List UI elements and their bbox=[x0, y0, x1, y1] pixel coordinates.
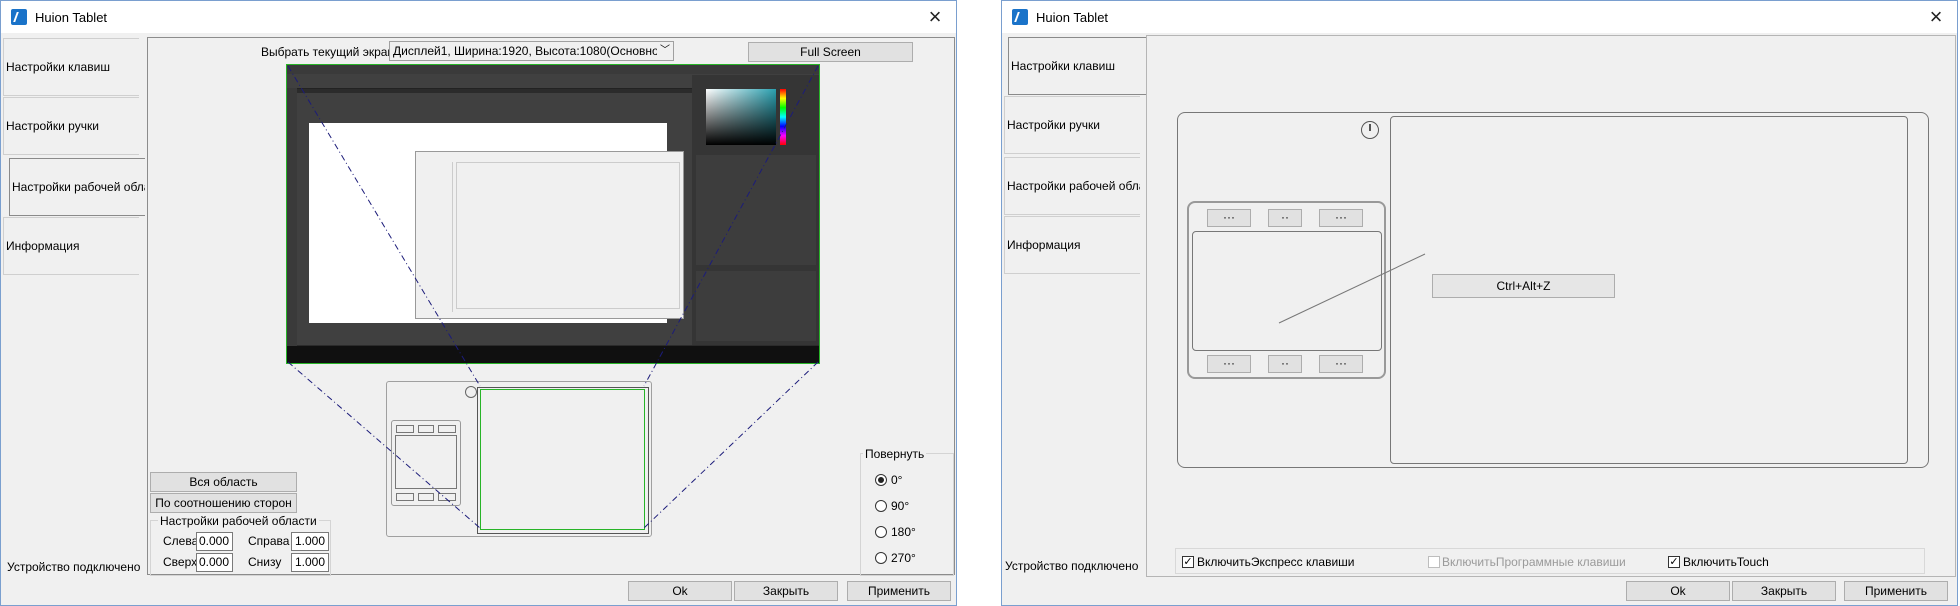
preview-dialog-panel bbox=[456, 162, 680, 309]
tab-info[interactable]: Информация bbox=[3, 217, 139, 275]
enable-program-checkbox[interactable] bbox=[1428, 556, 1440, 568]
enable-express-checkbox[interactable]: ✓ bbox=[1182, 556, 1194, 568]
tablet-window-workarea: Huion Tablet × Настройки клавиш Настройк… bbox=[0, 0, 957, 606]
rotate-90-radio[interactable] bbox=[875, 500, 887, 512]
tablet-mapped-area bbox=[480, 389, 645, 530]
apply-button[interactable]: Применить bbox=[847, 581, 951, 601]
touchpad-area[interactable] bbox=[1192, 231, 1382, 351]
enable-touch-label: ВключитьTouch bbox=[1683, 555, 1769, 569]
bottom-label: Снизу bbox=[248, 555, 282, 569]
rotate-270-radio[interactable] bbox=[875, 552, 887, 564]
tablet-preview-key bbox=[438, 425, 456, 433]
screen-select-label: Выбрать текущий экран bbox=[261, 45, 395, 59]
device-status: Устройство подключено bbox=[7, 560, 141, 574]
preview-color-picker bbox=[706, 89, 776, 145]
rotate-group: Повернуть 0° 90° 180° 270° bbox=[860, 447, 954, 576]
full-area-button[interactable]: Вся область bbox=[150, 472, 297, 492]
rotate-0-label: 0° bbox=[891, 473, 903, 487]
rotate-270-label: 270° bbox=[891, 551, 916, 565]
tab-workarea-settings[interactable]: Настройки рабочей области bbox=[9, 158, 145, 216]
workarea-group-title: Настройки рабочей области bbox=[158, 514, 319, 528]
express-key-1[interactable]: ··· bbox=[1207, 209, 1251, 227]
apply-button[interactable]: Применить bbox=[1844, 581, 1948, 601]
rotate-180-radio[interactable] bbox=[875, 526, 887, 538]
express-key-2[interactable]: ·· bbox=[1268, 209, 1302, 227]
preview-menubar bbox=[287, 65, 819, 74]
rotate-title: Повернуть bbox=[863, 447, 927, 461]
title-bar: Huion Tablet × bbox=[1002, 1, 1957, 33]
express-key-group: ··· ·· ··· ··· ·· ··· bbox=[1187, 201, 1386, 379]
close-button[interactable]: Закрыть bbox=[1732, 581, 1836, 601]
left-input[interactable]: 0.000 bbox=[196, 532, 233, 551]
tablet-window-keys: Huion Tablet × Настройки клавиш Настройк… bbox=[1001, 0, 1958, 606]
express-key-3[interactable]: ··· bbox=[1319, 209, 1363, 227]
tablet-preview-key bbox=[418, 425, 434, 433]
workarea-panel: Выбрать текущий экран Дисплей1, Ширина:1… bbox=[147, 37, 955, 576]
bottom-input[interactable]: 1.000 bbox=[291, 553, 329, 572]
huion-app-icon bbox=[1012, 9, 1028, 25]
express-key-5[interactable]: ·· bbox=[1268, 355, 1302, 373]
close-icon[interactable]: × bbox=[1921, 3, 1951, 31]
title-bar: Huion Tablet × bbox=[1, 1, 956, 33]
rotate-0-radio[interactable] bbox=[875, 474, 887, 486]
tablet-preview bbox=[386, 381, 652, 537]
aspect-ratio-button[interactable]: По соотношению сторон bbox=[150, 493, 297, 513]
rotate-90-label: 90° bbox=[891, 499, 910, 513]
screen-select[interactable]: Дисплей1, Ширина:1920, Высота:1080(Основ… bbox=[389, 41, 674, 61]
keys-panel: ··· ·· ··· ··· ·· ··· Ctrl+Alt+Z ✓ Включ… bbox=[1146, 35, 1956, 577]
top-input[interactable]: 0.000 bbox=[196, 553, 233, 572]
tablet-preview-key bbox=[438, 493, 456, 501]
express-key-6[interactable]: ··· bbox=[1319, 355, 1363, 373]
chevron-down-icon: ﹀ bbox=[657, 42, 673, 60]
tablet-ring-notch bbox=[1369, 124, 1371, 131]
enable-express-label: ВключитьЭкспресс клавиши bbox=[1197, 555, 1355, 569]
ok-button[interactable]: Ok bbox=[628, 581, 732, 601]
huion-app-icon bbox=[11, 9, 27, 25]
tablet-preview-ring bbox=[465, 386, 477, 398]
preview-layers-panel bbox=[696, 271, 816, 341]
express-key-4[interactable]: ··· bbox=[1207, 355, 1251, 373]
mapping-line-bottom-right bbox=[643, 361, 819, 529]
tab-key-settings[interactable]: Настройки клавиш bbox=[3, 38, 139, 96]
preview-properties-panel bbox=[696, 155, 816, 265]
fullscreen-button[interactable]: Full Screen bbox=[748, 42, 913, 62]
device-status: Устройство подключено bbox=[1005, 559, 1139, 573]
preview-dialog bbox=[415, 151, 684, 319]
preview-hue-strip bbox=[780, 89, 786, 145]
window-title: Huion Tablet bbox=[35, 10, 108, 25]
tab-key-settings[interactable]: Настройки клавиш bbox=[1008, 37, 1148, 95]
right-label: Справа bbox=[248, 534, 290, 548]
close-icon[interactable]: × bbox=[920, 3, 950, 31]
tab-workarea-settings[interactable]: Настройки рабочей области bbox=[1004, 157, 1140, 215]
shortcut-display[interactable]: Ctrl+Alt+Z bbox=[1432, 274, 1615, 298]
preview-toolbar bbox=[287, 88, 297, 346]
tab-pen-settings[interactable]: Настройки ручки bbox=[1004, 96, 1140, 154]
options-bar: ✓ ВключитьЭкспресс клавиши ВключитьПрогр… bbox=[1175, 548, 1925, 574]
tablet-preview-express-group bbox=[391, 420, 461, 506]
tablet-preview-touchpad bbox=[395, 435, 457, 489]
close-button[interactable]: Закрыть bbox=[734, 581, 838, 601]
enable-touch-checkbox[interactable]: ✓ bbox=[1668, 556, 1680, 568]
screen-preview bbox=[286, 64, 820, 364]
left-label: Слева bbox=[163, 534, 199, 548]
tab-info[interactable]: Информация bbox=[1004, 216, 1140, 274]
ok-button[interactable]: Ok bbox=[1626, 581, 1730, 601]
window-title: Huion Tablet bbox=[1036, 10, 1109, 25]
preview-dialog-sidebar bbox=[418, 162, 453, 312]
rotate-180-label: 180° bbox=[891, 525, 916, 539]
workarea-group: Настройки рабочей области Слева 0.000 Сп… bbox=[150, 514, 331, 576]
right-input[interactable]: 1.000 bbox=[291, 532, 329, 551]
screen-select-value: Дисплей1, Ширина:1920, Высота:1080(Основ… bbox=[393, 44, 673, 58]
tablet-preview-key bbox=[418, 493, 434, 501]
tablet-preview-key bbox=[396, 425, 414, 433]
enable-program-label: ВключитьПрограммные клавиши bbox=[1442, 555, 1626, 569]
preview-taskbar bbox=[287, 346, 819, 363]
tab-pen-settings[interactable]: Настройки ручки bbox=[3, 97, 139, 155]
tablet-preview-key bbox=[396, 493, 414, 501]
preview-right-panels bbox=[692, 75, 819, 345]
tablet-ring-icon bbox=[1361, 121, 1379, 139]
